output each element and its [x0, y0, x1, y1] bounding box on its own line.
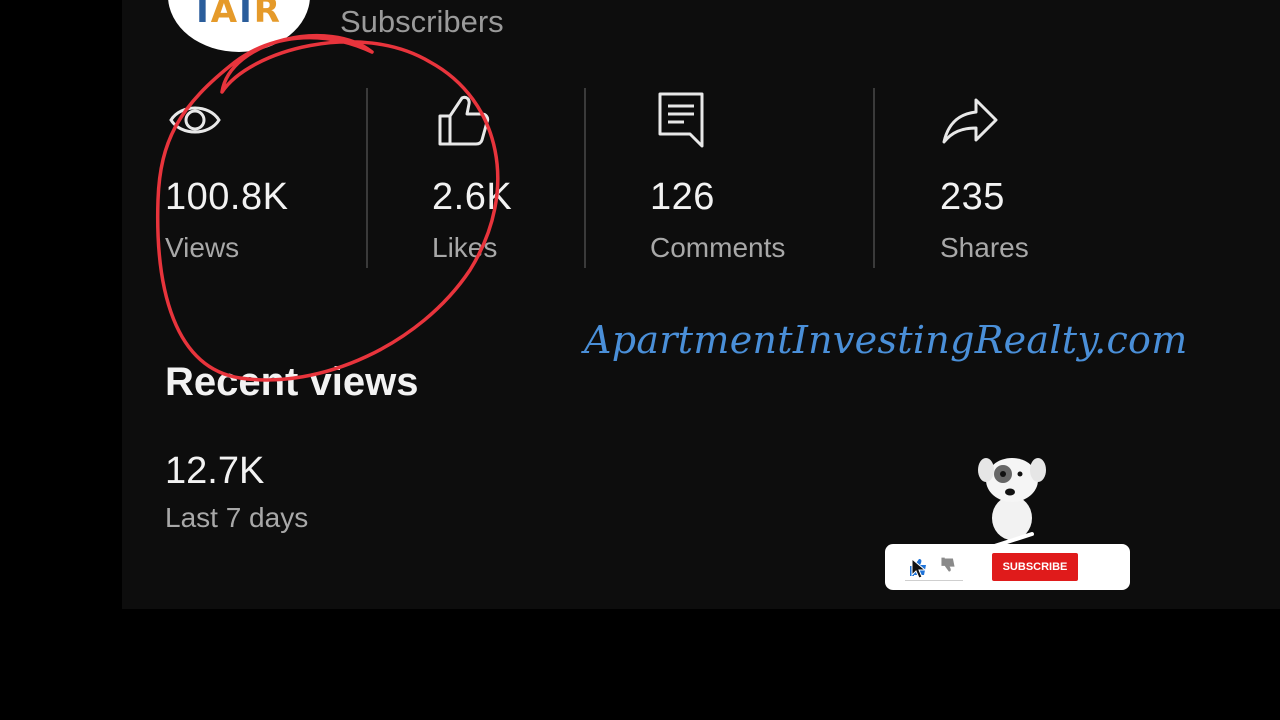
website-watermark: ApartmentInvestingRealty.com [584, 318, 1188, 362]
shares-label: Shares [940, 232, 1029, 263]
recent-views-title: Recent views [165, 360, 419, 404]
stat-comments: 126 Comments [650, 90, 785, 263]
subscribe-widget: SUBSCRIBE [885, 544, 1130, 590]
views-value: 100.8K [165, 176, 289, 218]
stat-likes: 2.6K Likes [432, 90, 512, 263]
recent-views-period: Last 7 days [165, 502, 309, 533]
stat-shares: 235 Shares [940, 90, 1029, 263]
views-label: Views [165, 232, 240, 263]
stat-views: 100.8K Views [165, 90, 288, 263]
avatar-logo: IAIR [196, 0, 282, 31]
divider [873, 88, 875, 268]
comment-icon [658, 92, 704, 148]
comments-value: 126 [650, 176, 715, 218]
likes-value: 2.6K [432, 176, 513, 218]
divider-line [905, 580, 963, 581]
cursor-icon [911, 558, 927, 579]
subscribe-button[interactable]: SUBSCRIBE [992, 553, 1078, 581]
share-icon [942, 98, 998, 144]
thumbs-up-icon [438, 95, 490, 146]
divider [584, 88, 586, 268]
recent-views-value: 12.7K [165, 450, 265, 492]
dislike-icon[interactable] [939, 556, 957, 574]
likes-label: Likes [432, 232, 498, 263]
dog-mascot-icon [978, 458, 1046, 552]
subscribers-label: Subscribers [340, 4, 504, 39]
eye-icon [169, 106, 221, 134]
divider [366, 88, 368, 268]
shares-value: 235 [940, 176, 1005, 218]
comments-label: Comments [650, 232, 786, 263]
